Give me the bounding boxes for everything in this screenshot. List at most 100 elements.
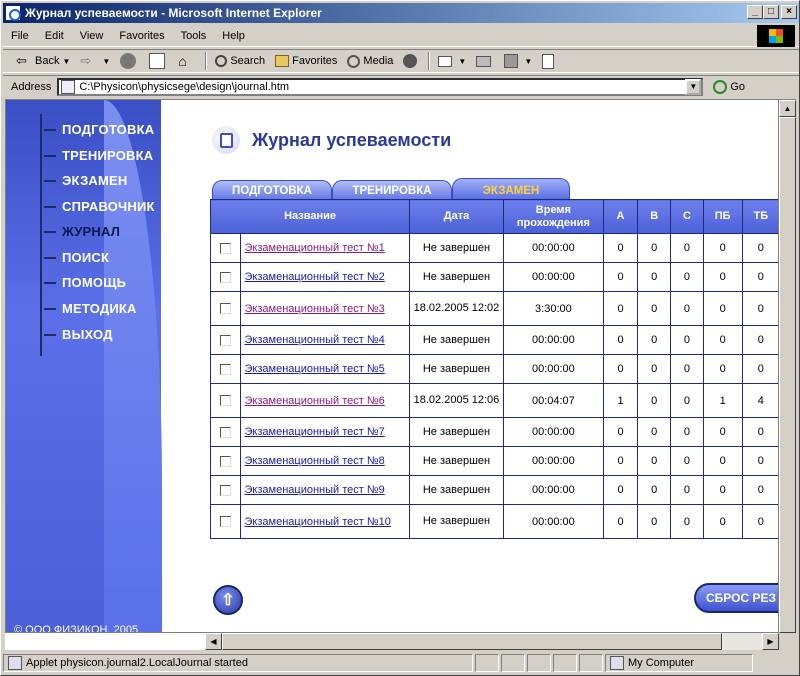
test-link[interactable]: Экзаменационный тест №5 (245, 363, 385, 375)
c-cell: 0 (670, 325, 704, 355)
sidebar-item-podgotovka[interactable]: ПОДГОТОВКА (44, 122, 154, 137)
tb-cell: 0 (741, 354, 778, 384)
c-cell: 0 (670, 417, 704, 447)
address-bar: Address C:\Physicon\physicsege\design\jo… (3, 75, 799, 97)
sidebar-item-vyhod[interactable]: ВЫХОД (44, 327, 113, 342)
horizontal-scrollbar[interactable]: ◀ ▶ (205, 633, 779, 650)
edit-icon (504, 54, 519, 68)
sidebar-item-spravochnik[interactable]: СПРАВОЧНИК (44, 199, 155, 214)
tb-cell: 0 (741, 504, 778, 539)
vertical-scrollbar[interactable]: ▲ (779, 99, 796, 633)
b-cell: 0 (637, 383, 672, 418)
document-icon (542, 53, 555, 69)
page-status-icon (8, 656, 22, 670)
back-button[interactable]: ⇦ Back ▼ (11, 50, 75, 72)
test-name-cell: Экзаменационный тест №4 (239, 325, 411, 355)
go-button[interactable]: Go (713, 79, 745, 94)
row-checkbox[interactable] (219, 455, 231, 467)
edit-button[interactable]: ▼ (499, 50, 537, 72)
scroll-right-arrow[interactable]: ▶ (762, 633, 779, 650)
menu-help[interactable]: Help (214, 30, 253, 42)
address-dropdown-button[interactable]: ▼ (685, 78, 702, 95)
favorites-button[interactable]: Favorites (270, 50, 342, 72)
browser-window: Журнал успеваемости - Microsoft Internet… (0, 0, 800, 676)
row-checkbox[interactable] (219, 242, 231, 254)
row-checkbox[interactable] (219, 303, 231, 315)
test-link[interactable]: Экзаменационный тест №7 (245, 426, 385, 438)
a-cell: 0 (602, 475, 639, 505)
horizontal-scroll-thumb[interactable] (222, 633, 722, 650)
page-viewport: ПОДГОТОВКА ТРЕНИРОВКА ЭКЗАМЕН СПРАВОЧНИК… (5, 99, 779, 633)
address-input[interactable]: C:\Physicon\physicsege\design\journal.ht… (57, 77, 704, 96)
home-button[interactable]: ⌂ (173, 50, 202, 72)
row-checkbox-cell (210, 233, 241, 263)
mail-button[interactable]: ▼ (433, 50, 471, 72)
media-icon (347, 54, 361, 68)
stop-button[interactable] (115, 50, 144, 72)
forward-arrow-icon: ⇨ (80, 53, 92, 68)
vertical-scroll-thumb[interactable] (779, 117, 796, 633)
pb-cell: 0 (702, 504, 743, 539)
menu-favorites[interactable]: Favorites (111, 30, 172, 42)
test-link[interactable]: Экзаменационный тест №6 (245, 395, 385, 407)
col-date: Дата (409, 199, 504, 234)
search-button[interactable]: Search (210, 50, 270, 72)
test-link[interactable]: Экзаменационный тест №9 (245, 484, 385, 496)
row-checkbox[interactable] (219, 363, 231, 375)
row-checkbox[interactable] (219, 516, 231, 528)
refresh-button[interactable] (144, 50, 173, 72)
sidebar-item-zhurnal[interactable]: ЖУРНАЛ (44, 224, 120, 239)
discuss-button[interactable] (537, 50, 562, 72)
time-cell: 00:00:00 (502, 262, 604, 292)
forward-button[interactable]: ⇨ ▼ (75, 50, 115, 72)
sidebar-item-ekzamen[interactable]: ЭКЗАМЕН (44, 173, 128, 188)
sidebar-item-poisk[interactable]: ПОИСК (44, 250, 109, 265)
scroll-left-arrow[interactable]: ◀ (205, 633, 222, 650)
history-button[interactable] (398, 50, 425, 72)
tb-cell: 0 (741, 291, 778, 326)
menu-view[interactable]: View (72, 30, 112, 42)
test-link[interactable]: Экзаменационный тест №10 (245, 516, 391, 528)
close-button[interactable]: × (781, 5, 797, 19)
window-title: Журнал успеваемости - Microsoft Internet… (25, 6, 322, 20)
reset-button[interactable]: СБРОС РЕЗ (694, 583, 778, 613)
pb-cell: 0 (702, 233, 743, 263)
date-cell: 18.02.2005 12:06 (409, 383, 504, 418)
sidebar-item-pomosch[interactable]: ПОМОЩЬ (44, 275, 126, 290)
scroll-up-button[interactable]: ⇧ (213, 585, 243, 615)
row-checkbox[interactable] (219, 271, 231, 283)
sidebar-item-metodika[interactable]: МЕТОДИКА (44, 301, 137, 316)
test-link[interactable]: Экзаменационный тест №3 (245, 303, 385, 315)
row-checkbox[interactable] (219, 426, 231, 438)
time-cell: 00:00:00 (502, 354, 604, 384)
maximize-button[interactable]: □ (763, 5, 779, 19)
table-row: Экзаменационный тест №4 Не завершен 00:00:… (210, 325, 778, 355)
menu-edit[interactable]: Edit (37, 30, 72, 42)
zone-panel: My Computer (605, 654, 753, 672)
test-name-cell: Экзаменационный тест №5 (239, 354, 411, 384)
print-button[interactable] (471, 50, 499, 72)
title-bar: Журнал успеваемости - Microsoft Internet… (3, 3, 799, 23)
test-link[interactable]: Экзаменационный тест №1 (245, 242, 385, 254)
stop-icon (120, 53, 137, 69)
col-time: Время прохождения (502, 199, 604, 234)
row-checkbox[interactable] (219, 395, 231, 407)
row-checkbox[interactable] (219, 484, 231, 496)
row-checkbox[interactable] (219, 334, 231, 346)
menu-file[interactable]: File (3, 30, 37, 42)
table-row: Экзаменационный тест №5 Не завершен 00:00:… (210, 354, 778, 384)
menu-tools[interactable]: Tools (173, 30, 215, 42)
test-link[interactable]: Экзаменационный тест №4 (245, 334, 385, 346)
tab-podgotovka[interactable]: ПОДГОТОВКА (212, 180, 332, 200)
test-link[interactable]: Экзаменационный тест №8 (245, 455, 385, 467)
page-icon (61, 79, 76, 94)
time-cell: 00:00:00 (502, 325, 604, 355)
media-button[interactable]: Media (342, 50, 398, 72)
minimize-button[interactable]: _ (747, 5, 763, 19)
date-cell: Не завершен (409, 446, 504, 476)
tab-trenirovka[interactable]: ТРЕНИРОВКА (332, 180, 452, 200)
scroll-up-arrow[interactable]: ▲ (779, 100, 796, 117)
test-link[interactable]: Экзаменационный тест №2 (245, 271, 385, 283)
pb-cell: 0 (702, 417, 743, 447)
sidebar-item-trenirovka[interactable]: ТРЕНИРОВКА (44, 148, 153, 163)
